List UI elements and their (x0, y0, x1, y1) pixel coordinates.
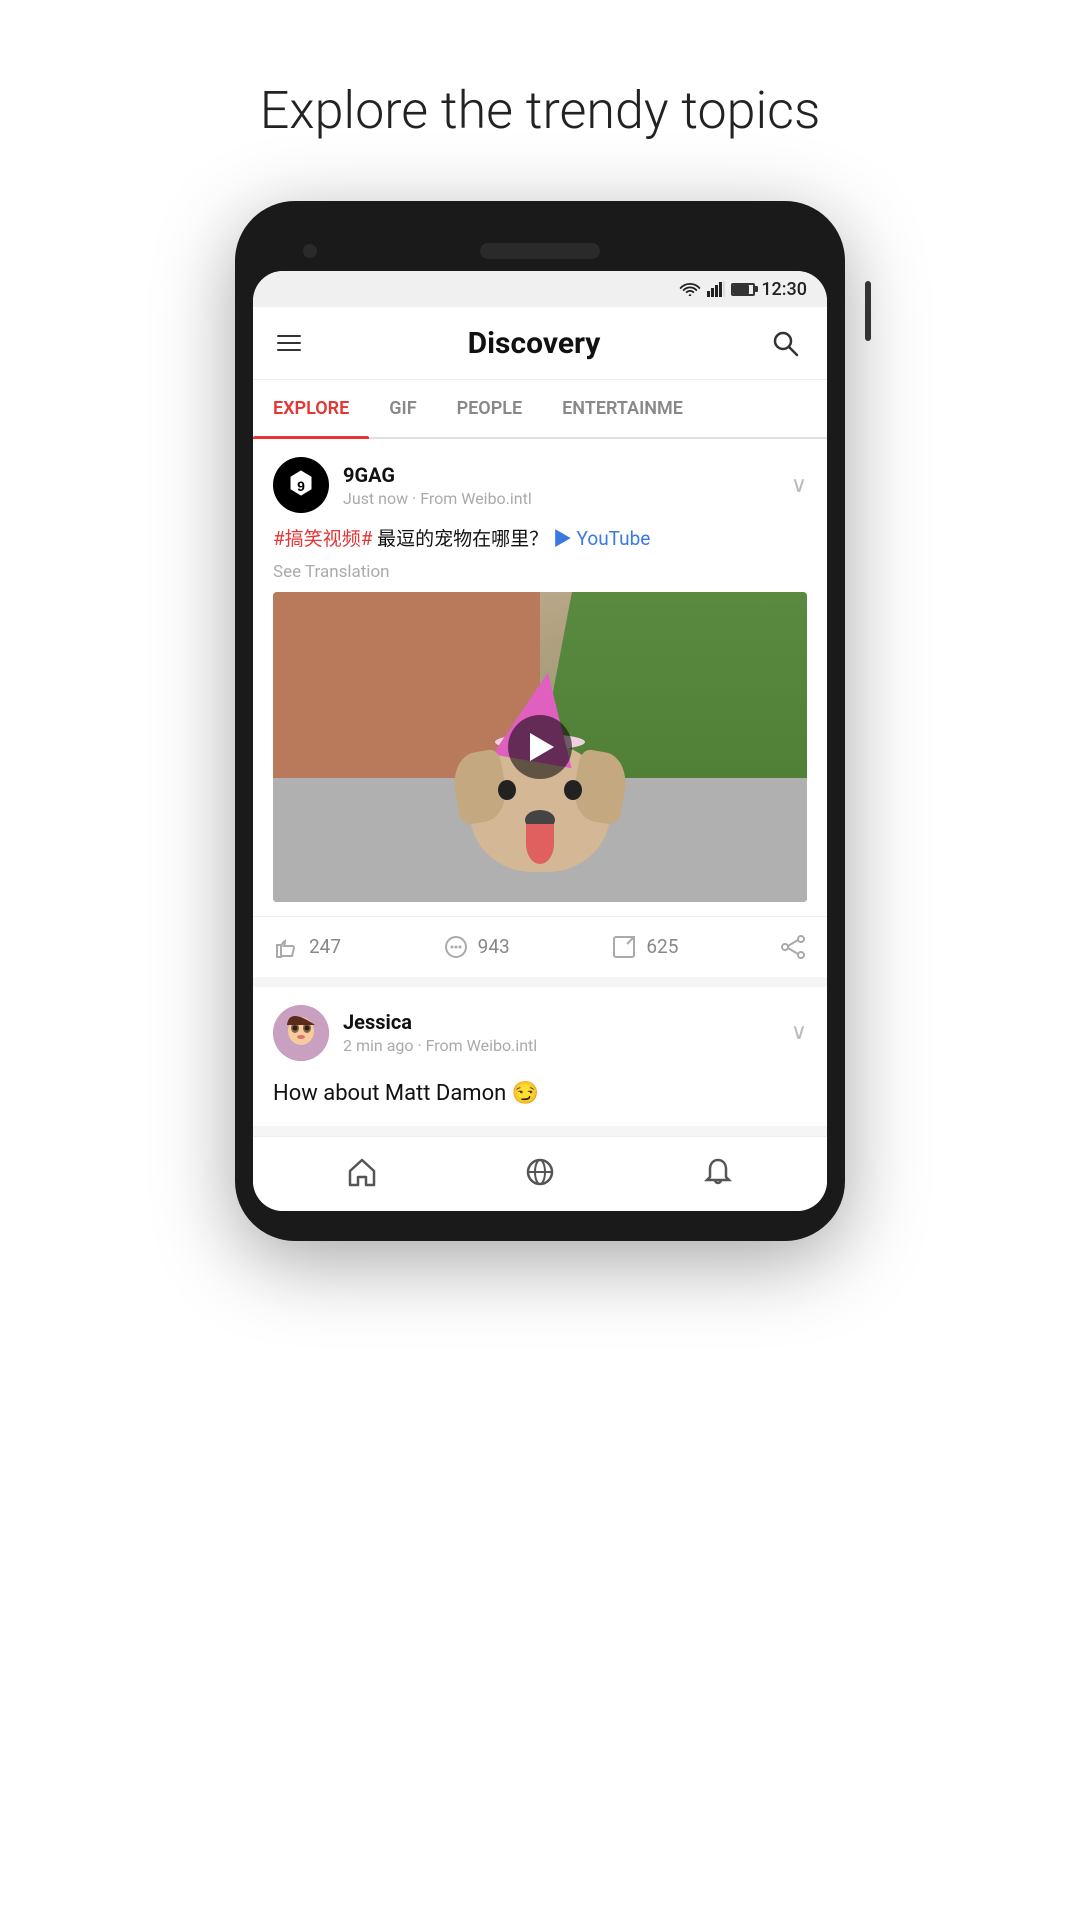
status-time: 12:30 (761, 279, 807, 300)
dog-tongue (526, 824, 554, 864)
chevron-down-icon[interactable]: ∨ (791, 473, 807, 498)
home-icon (345, 1155, 379, 1189)
page-title: Explore the trendy topics (260, 80, 821, 141)
like-count: 247 (309, 935, 341, 958)
chevron-down-icon-2[interactable]: ∨ (791, 1020, 807, 1045)
wifi-icon (679, 281, 701, 297)
app-title: Discovery (468, 326, 601, 361)
nav-home[interactable] (325, 1151, 399, 1193)
like-action[interactable]: 247 (273, 933, 442, 961)
post-body-text: 最逗的宠物在哪里？ (377, 527, 553, 550)
discover-icon (523, 1155, 557, 1189)
post-text-1: #搞笑视频# 最逗的宠物在哪里？ ▶ YouTube (273, 525, 807, 554)
repost-icon (610, 933, 638, 961)
dog-eye-right (564, 780, 582, 800)
share-action[interactable] (779, 933, 807, 961)
tab-people[interactable]: PEOPLE (437, 380, 543, 437)
svg-text:9: 9 (297, 478, 305, 494)
share-icon (779, 933, 807, 961)
search-button[interactable] (767, 325, 803, 361)
post-text-2: How about Matt Damon 😏 (273, 1077, 807, 1110)
username-9gag: 9GAG (343, 463, 532, 487)
tab-gif[interactable]: GIF (369, 380, 436, 437)
user-info-jessica: Jessica 2 min ago · From Weibo.intl (343, 1010, 537, 1055)
bell-icon (701, 1155, 735, 1189)
meta-jessica: 2 min ago · From Weibo.intl (343, 1036, 537, 1055)
video-thumbnail[interactable] (273, 592, 807, 902)
phone-frame: 12:30 Discovery EXPLORE (235, 201, 845, 1241)
username-jessica: Jessica (343, 1010, 537, 1034)
user-info-9gag: 9GAG Just now · From Weibo.intl (343, 463, 532, 508)
search-icon (771, 329, 799, 357)
comment-action[interactable]: 943 (442, 933, 611, 961)
app-header: Discovery (253, 307, 827, 380)
phone-screen: 12:30 Discovery EXPLORE (253, 271, 827, 1211)
post-content-2: How about Matt Damon 😏 (253, 1073, 827, 1126)
jessica-avatar-svg (273, 1005, 329, 1061)
feed: 9 9GAG Just now · From Weibo.intl ∨ #搞笑视… (253, 439, 827, 1126)
avatar-9gag: 9 (273, 457, 329, 513)
status-bar: 12:30 (253, 271, 827, 307)
post-header-left-2: Jessica 2 min ago · From Weibo.intl (273, 1005, 537, 1061)
play-button[interactable] (508, 715, 572, 779)
menu-button[interactable] (277, 335, 301, 351)
nav-discover[interactable] (503, 1151, 577, 1193)
comment-count: 943 (478, 935, 510, 958)
speaker (480, 243, 600, 259)
post-actions-1: 247 943 (253, 916, 827, 977)
post-content-1: #搞笑视频# 最逗的宠物在哪里？ ▶ YouTube See Translati… (253, 525, 827, 916)
tab-explore[interactable]: EXPLORE (253, 380, 369, 437)
post-card: 9 9GAG Just now · From Weibo.intl ∨ #搞笑视… (253, 439, 827, 977)
bottom-nav (253, 1136, 827, 1211)
signal-icon (707, 281, 725, 297)
phone-top (253, 231, 827, 271)
hashtag[interactable]: #搞笑视频# (273, 527, 372, 550)
comment-icon (442, 933, 470, 961)
tabs-bar: EXPLORE GIF PEOPLE ENTERTAINME (253, 380, 827, 439)
youtube-link[interactable]: ▶ YouTube (553, 527, 651, 550)
see-translation-1[interactable]: See Translation (273, 562, 807, 582)
repost-count: 625 (646, 935, 678, 958)
tab-entertainment[interactable]: ENTERTAINME (542, 380, 703, 437)
post-header-2: Jessica 2 min ago · From Weibo.intl ∨ (253, 987, 827, 1073)
nav-notifications[interactable] (681, 1151, 755, 1193)
post-header: 9 9GAG Just now · From Weibo.intl ∨ (253, 439, 827, 525)
repost-action[interactable]: 625 (610, 933, 779, 961)
thumb-up-icon (273, 933, 301, 961)
avatar-jessica (273, 1005, 329, 1061)
post-header-left: 9 9GAG Just now · From Weibo.intl (273, 457, 532, 513)
play-triangle-icon (530, 733, 554, 761)
post-card-2: Jessica 2 min ago · From Weibo.intl ∨ Ho… (253, 987, 827, 1126)
meta-9gag: Just now · From Weibo.intl (343, 489, 532, 508)
side-button (865, 281, 871, 341)
battery-icon (731, 283, 755, 296)
camera (303, 244, 317, 258)
status-icons: 12:30 (679, 279, 807, 300)
dog-eye-left (498, 780, 516, 800)
